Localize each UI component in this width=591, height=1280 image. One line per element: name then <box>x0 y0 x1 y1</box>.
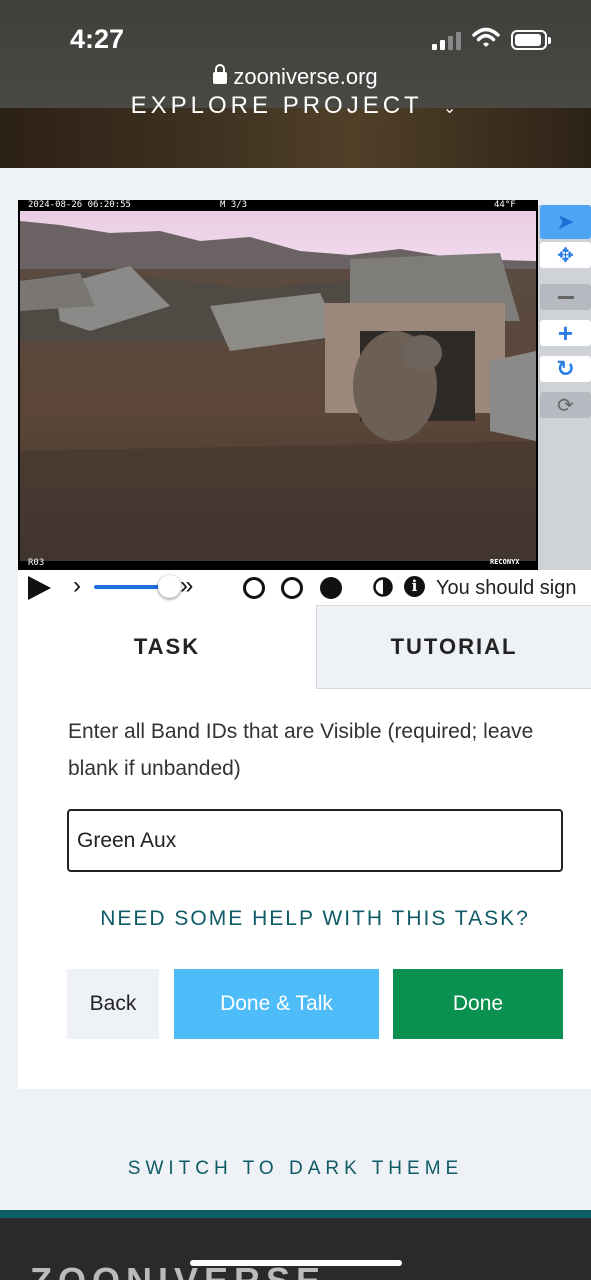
cursor-arrow-icon: ➤ <box>556 209 575 234</box>
step-forward-icon[interactable]: › <box>73 572 81 600</box>
invert-colors-icon[interactable] <box>373 577 393 597</box>
lock-icon <box>213 64 228 84</box>
playback-slider-handle[interactable] <box>158 575 181 598</box>
chevron-down-icon: ⌄ <box>442 100 461 117</box>
tab-task[interactable]: TASK <box>18 605 316 689</box>
task-question: Enter all Band IDs that are Visible (req… <box>68 720 534 780</box>
done-and-talk-button[interactable]: Done & Talk <box>174 969 379 1039</box>
address-bar[interactable]: zooniverse.org <box>0 64 591 90</box>
rotate-button[interactable]: ↻ <box>540 356 591 382</box>
wifi-icon <box>472 27 500 47</box>
image-timestamp: 2024-08-26 06:20:55 <box>28 200 131 210</box>
band-id-input[interactable] <box>67 809 563 872</box>
subject-viewer[interactable]: 2024-08-26 06:20:55 M 3/3 44°F R03 RECON… <box>18 200 538 570</box>
signal-icon <box>432 30 462 50</box>
plus-icon: + <box>557 318 574 348</box>
battery-icon <box>511 30 551 50</box>
status-time: 4:27 <box>70 24 125 54</box>
explore-project-label: EXPLORE PROJECT <box>130 92 423 119</box>
done-button[interactable]: Done <box>393 969 563 1039</box>
back-button[interactable]: Back <box>67 969 159 1039</box>
task-help-link[interactable]: NEED SOME HELP WITH THIS TASK? <box>18 907 591 931</box>
footer-divider <box>0 1210 591 1218</box>
subject-image[interactable] <box>20 211 536 561</box>
annotate-tool-button[interactable]: ➤ <box>540 205 591 239</box>
camera-brand: RECONYX <box>490 558 520 566</box>
dark-theme-toggle[interactable]: SWITCH TO DARK THEME <box>0 1158 591 1180</box>
camera-trap-photo <box>20 211 536 561</box>
move-icon: ✥ <box>557 244 574 267</box>
reset-icon: ⟳ <box>557 394 574 417</box>
info-icon[interactable]: i <box>404 576 425 597</box>
explore-project-menu[interactable]: EXPLORE PROJECT ⌄ <box>0 92 591 120</box>
sign-in-message: You should sign <box>436 577 577 599</box>
speed-slow-icon[interactable] <box>243 577 265 599</box>
tab-tutorial[interactable]: TUTORIAL <box>316 605 591 689</box>
reset-button[interactable]: ⟳ <box>540 392 591 418</box>
site-footer: ZOONIVERSE <box>0 1210 591 1280</box>
rotate-icon: ↻ <box>556 356 575 381</box>
camera-id: R03 <box>28 558 45 568</box>
image-temperature: 44°F <box>494 200 516 210</box>
task-tabs: TASK TUTORIAL <box>18 605 591 689</box>
viewer-controls: › » i You should sign <box>18 570 591 605</box>
image-frame: M 3/3 <box>220 200 248 210</box>
fast-forward-icon[interactable]: » <box>180 572 193 600</box>
zoom-in-button[interactable]: + <box>540 320 591 346</box>
url-text: zooniverse.org <box>233 64 378 89</box>
play-icon[interactable] <box>26 575 52 601</box>
minus-icon <box>557 295 574 299</box>
home-indicator[interactable] <box>190 1260 402 1266</box>
move-tool-button[interactable]: ✥ <box>540 242 591 268</box>
speed-medium-icon[interactable] <box>281 577 303 599</box>
task-panel: Enter all Band IDs that are Visible (req… <box>18 689 591 1089</box>
speed-fast-icon[interactable] <box>320 577 342 599</box>
zoom-out-button[interactable] <box>540 284 591 310</box>
viewer-toolbar: ➤ ✥ + ↻ ⟳ <box>538 205 591 570</box>
